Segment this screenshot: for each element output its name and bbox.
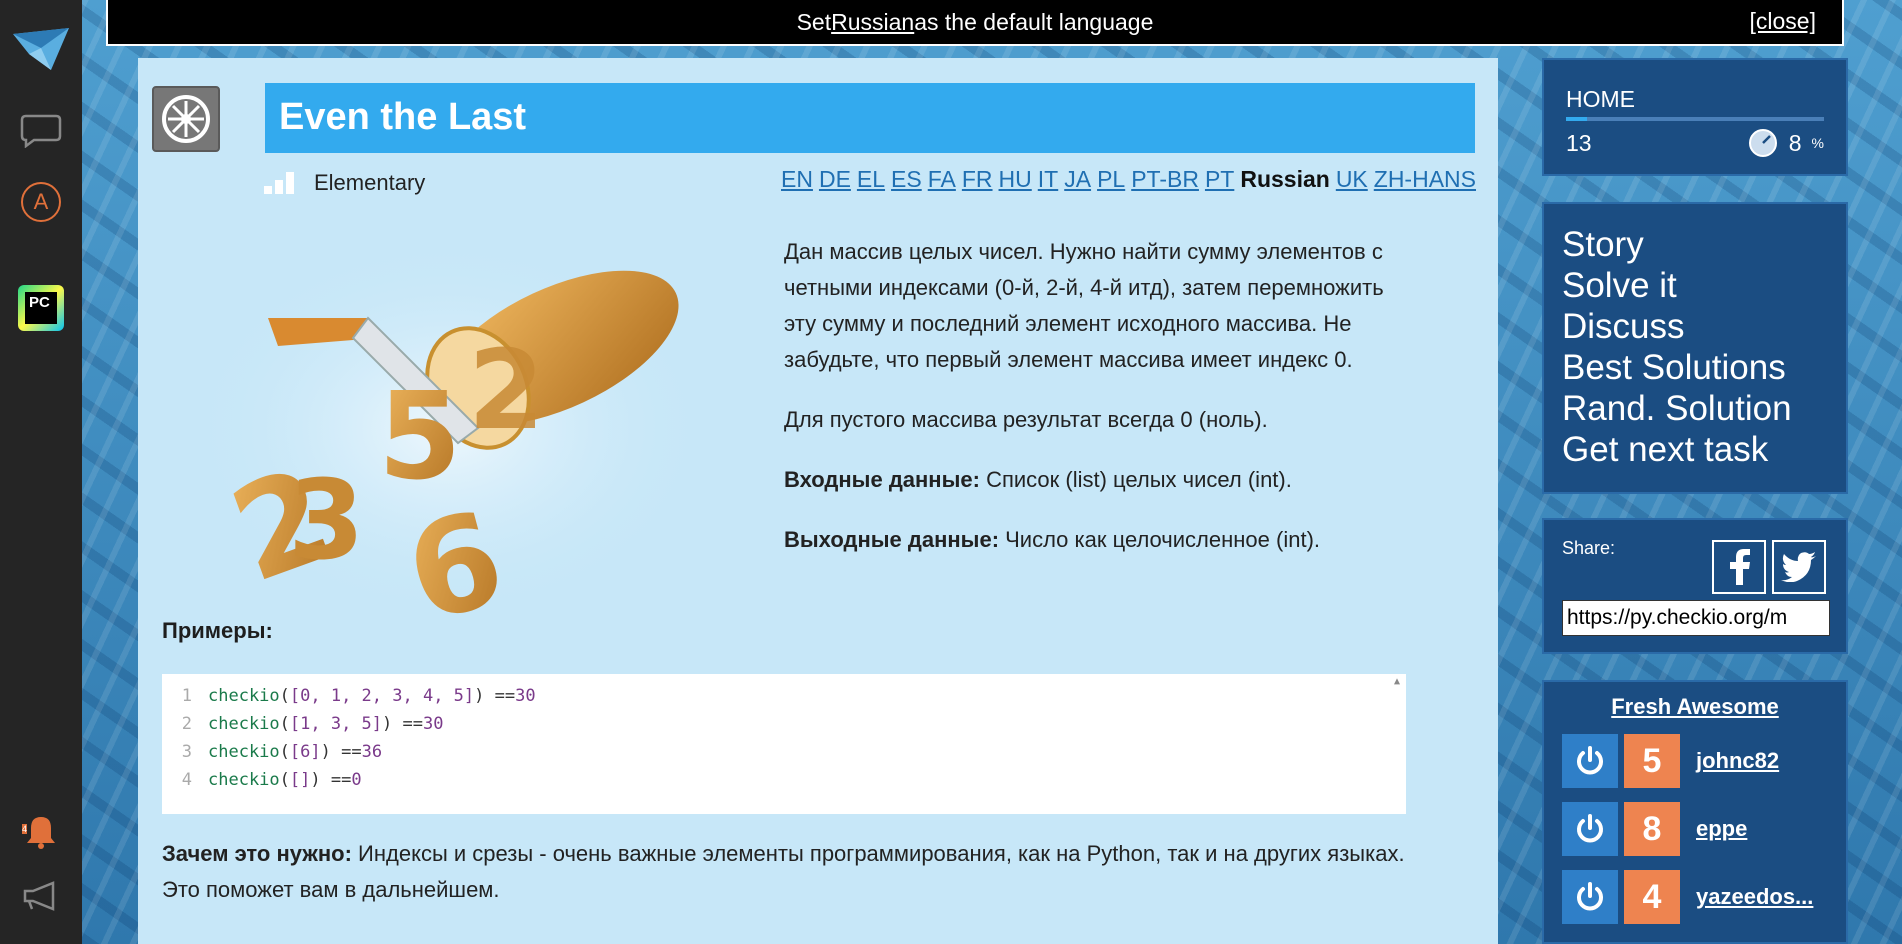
task-illustration: 5 2 3 6 2 [178,228,718,652]
why-section: Зачем это нужно: Индексы и срезы - очень… [162,836,1422,908]
menu-story[interactable]: Story [1562,224,1828,265]
task-title: Even the Last [265,83,1475,153]
power-icon[interactable] [1562,734,1618,788]
lang-link-fa[interactable]: FA [928,166,956,193]
home-label: HOME [1566,86,1635,112]
bell-count: 4 [22,824,28,834]
lang-link-uk[interactable]: UK [1336,166,1368,193]
code-example-block[interactable]: ▲ 1 checkio([0, 1, 2, 3, 4, 5]) == 30 2 … [162,674,1406,814]
code-line: 1 checkio([0, 1, 2, 3, 4, 5]) == 30 [181,686,536,706]
task-description: Дан массив целых чисел. Нужно найти сумм… [784,234,1404,582]
language-banner: Set Russian as the default language [clo… [106,0,1844,46]
code-line: 3 checkio([6]) == 36 [181,742,383,762]
svg-text:3: 3 [288,456,365,584]
code-line: 4 checkio([]) == 0 [181,770,362,790]
logo-icon[interactable] [0,18,82,82]
lang-link-it[interactable]: IT [1038,166,1058,193]
examples-title: Примеры: [162,618,273,643]
input-text: Список (list) целых чисел (int). [979,467,1292,492]
task-panel: Even the Last Elementary EN DE EL ES FA … [138,58,1498,944]
svg-text:2: 2 [468,326,545,454]
lang-link-pt-br[interactable]: PT-BR [1131,166,1199,193]
facebook-icon[interactable] [1712,540,1766,594]
list-item: 5 johnc82 [1562,734,1828,788]
left-rail: A PC 4 [0,0,82,944]
a-letter: A [21,182,61,222]
svg-text:5: 5 [378,368,462,507]
banner-language-link[interactable]: Russian [831,9,914,36]
task-station-icon [152,86,220,152]
home-percent: 8 % [1747,127,1824,159]
difficulty-level: Elementary [264,170,425,196]
output-description: Выходные данные: Число как целочисленное… [784,522,1404,558]
banner-close-button[interactable]: [close] [1750,8,1816,35]
megaphone-icon[interactable] [0,866,82,926]
description-paragraph: Для пустого массива результат всегда 0 (… [784,407,1268,432]
list-item: 4 yazeedos... [1562,870,1828,924]
scroll-up-icon[interactable]: ▲ [1394,676,1400,687]
home-progress-fill [1566,117,1587,121]
user-link[interactable]: yazeedos... [1696,884,1813,910]
list-item: 8 eppe [1562,802,1828,856]
menu-discuss[interactable]: Discuss [1562,306,1828,347]
language-list: EN DE EL ES FA FR HU IT JA PL PT-BR PT R… [781,166,1476,193]
gauge-icon [1748,129,1777,157]
description-paragraph: Дан массив целых чисел. Нужно найти сумм… [784,239,1384,372]
difficulty-bars-icon [264,172,294,194]
lang-link-el[interactable]: EL [857,166,885,193]
fresh-awesome-box: Fresh Awesome 5 johnc82 8 eppe 4 yazeedo… [1542,680,1848,944]
twitter-icon[interactable] [1772,540,1826,594]
menu-best-solutions[interactable]: Best Solutions [1562,347,1828,388]
pc-letters: PC [25,292,57,324]
power-icon[interactable] [1562,870,1618,924]
user-link[interactable]: eppe [1696,816,1747,842]
menu-solve-it[interactable]: Solve it [1562,265,1828,306]
fresh-awesome-title[interactable]: Fresh Awesome [1562,694,1828,720]
percent-value: 8 [1788,129,1802,156]
lang-link-hu[interactable]: HU [999,166,1032,193]
lang-link-zh-hans[interactable]: ZH-HANS [1374,166,1476,193]
lang-link-ja[interactable]: JA [1064,166,1091,193]
output-text: Число как целочисленное (int). [999,527,1321,552]
input-description: Входные данные: Список (list) целых чисе… [784,462,1404,498]
pycharm-icon[interactable]: PC [0,276,82,340]
bell-icon[interactable]: 4 [0,802,82,862]
lang-link-es[interactable]: ES [891,166,922,193]
input-label: Входные данные: [784,467,980,492]
banner-text-before: Set [796,8,832,35]
task-menu: Story Solve it Discuss Best Solutions Ra… [1542,202,1848,494]
achievements-icon[interactable]: A [0,172,82,232]
menu-rand-solution[interactable]: Rand. Solution [1562,388,1828,429]
percent-sign: % [1811,135,1824,151]
lang-link-de[interactable]: DE [819,166,851,193]
power-icon[interactable] [1562,802,1618,856]
home-count: 13 [1566,129,1592,156]
lang-link-pl[interactable]: PL [1097,166,1125,193]
home-progress-box[interactable]: HOME 13 8 % [1542,58,1848,176]
menu-get-next-task[interactable]: Get next task [1562,429,1828,470]
home-progress-bar [1566,117,1824,121]
code-line: 2 checkio([1, 3, 5]) == 30 [181,714,444,734]
user-score: 8 [1624,802,1680,856]
share-url-input[interactable] [1562,600,1830,636]
user-link[interactable]: johnc82 [1696,748,1779,774]
share-box: Share: [1542,518,1848,654]
level-label: Elementary [314,170,426,195]
lang-current: Russian [1240,166,1330,192]
lang-link-en[interactable]: EN [781,166,813,193]
user-score: 4 [1624,870,1680,924]
lang-link-fr[interactable]: FR [962,166,993,193]
lang-link-pt[interactable]: PT [1205,166,1234,193]
banner-text-after: as the default language [914,8,1154,35]
user-score: 5 [1624,734,1680,788]
output-label: Выходные данные: [784,527,1000,552]
chat-icon[interactable] [0,100,82,160]
why-label: Зачем это нужно: [162,841,352,866]
